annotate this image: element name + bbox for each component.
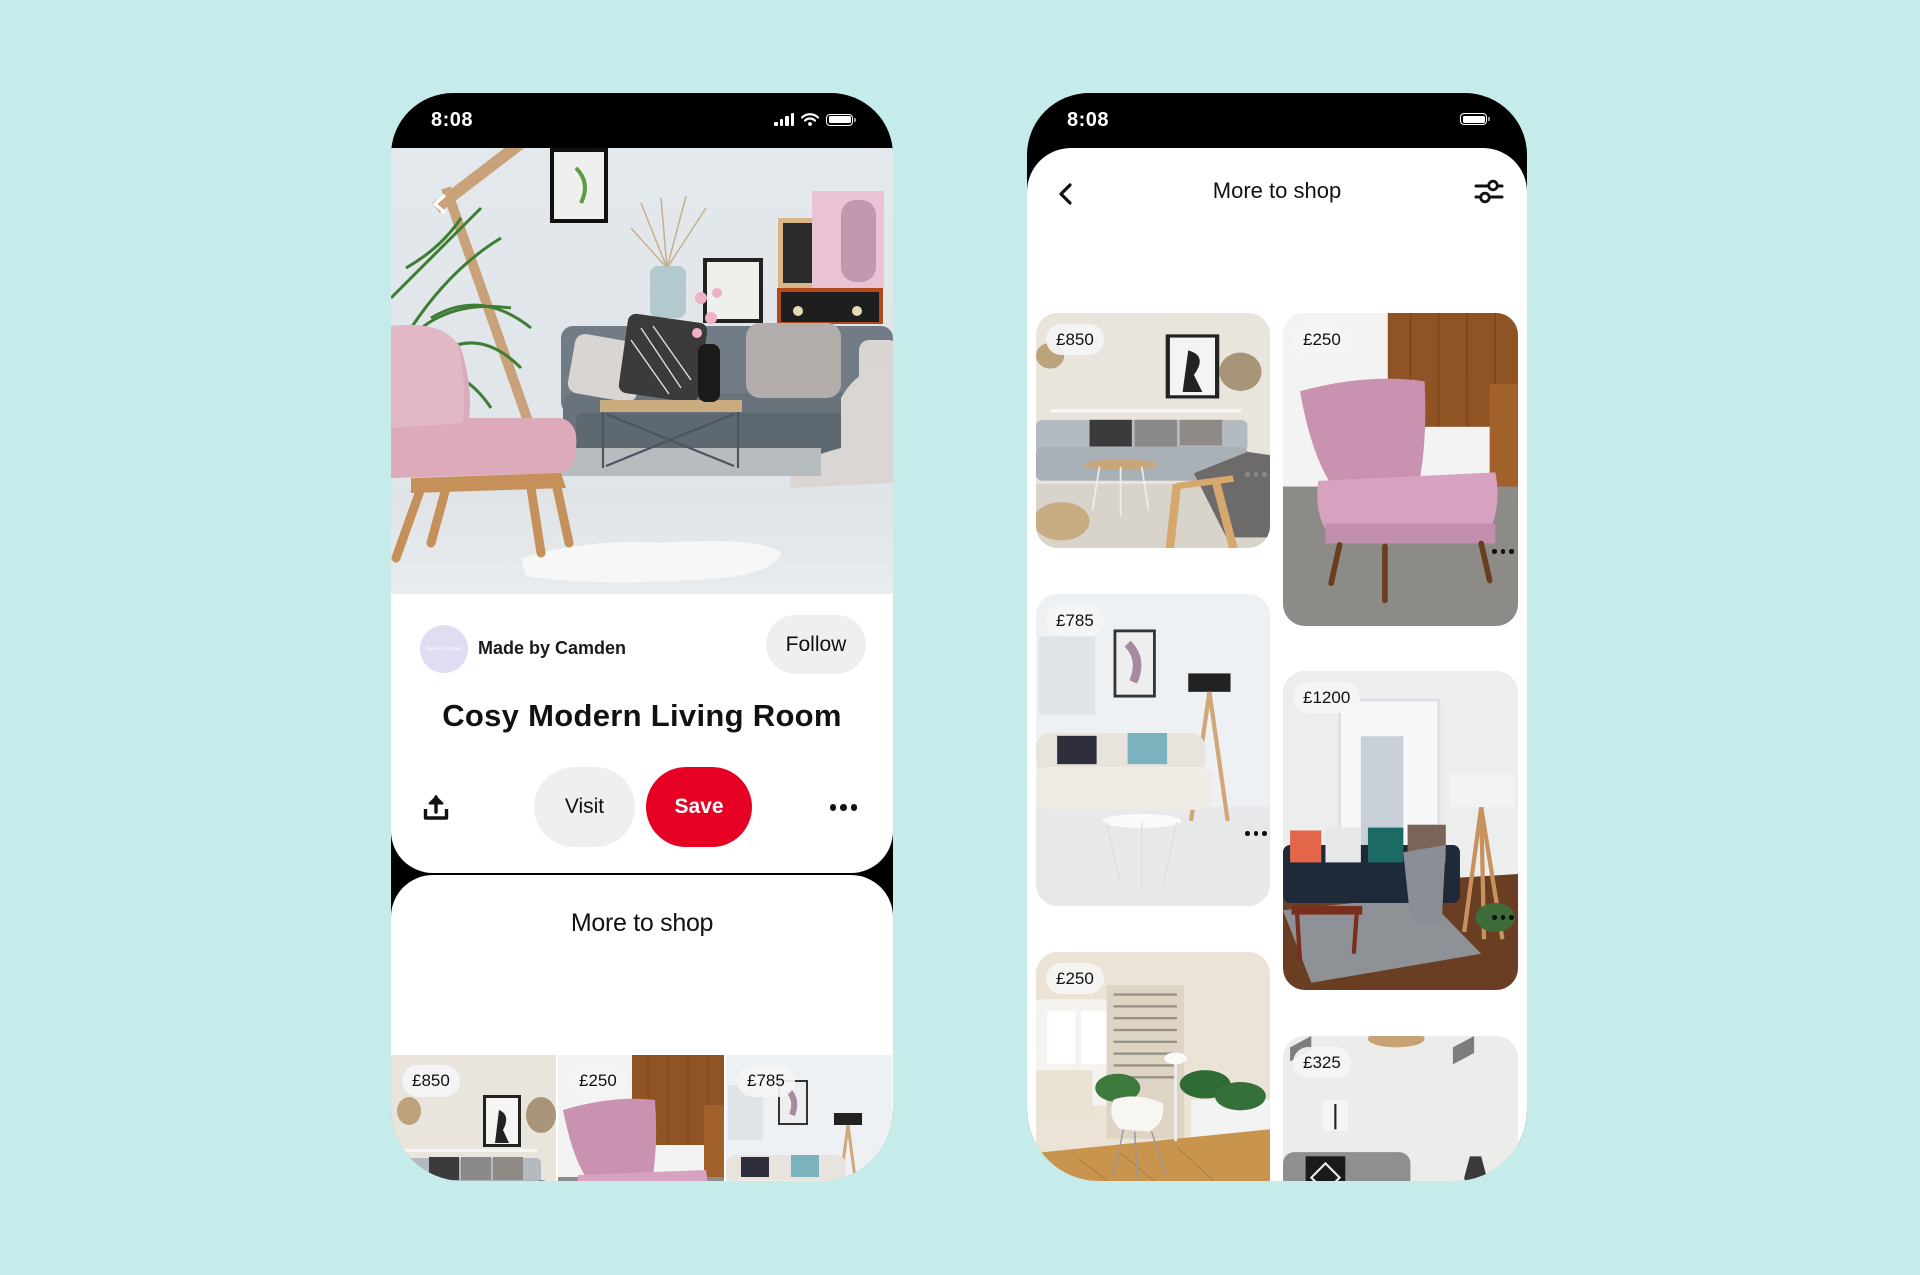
price-badge: £785 [737, 1065, 795, 1097]
shop-item-card[interactable]: £785 [726, 1055, 892, 1181]
price-badge: £250 [1046, 963, 1104, 994]
shop-grid-item[interactable]: £250 [1283, 313, 1518, 626]
creator-name[interactable]: Made by Camden [478, 638, 626, 659]
follow-button[interactable]: Follow [766, 615, 866, 674]
shop-grid-item[interactable]: £1200 [1283, 671, 1518, 990]
item-more-options-icon[interactable] [1245, 472, 1267, 477]
save-button[interactable]: Save [646, 767, 752, 847]
product-image [1283, 313, 1518, 626]
shop-grid-item[interactable]: £250 [1036, 952, 1270, 1181]
item-more-options-icon[interactable] [1492, 549, 1514, 554]
pin-title: Cosy Modern Living Room [442, 698, 842, 733]
battery-icon [826, 113, 856, 126]
shop-carousel[interactable]: £850 £250 £785 [391, 1055, 893, 1181]
share-icon[interactable] [421, 793, 451, 823]
item-more-options-icon[interactable] [1245, 831, 1267, 836]
status-bar: 8:08 [1027, 93, 1527, 148]
item-more-options-icon[interactable] [1492, 915, 1514, 920]
price-badge: £850 [402, 1065, 460, 1097]
pin-info-card: Made by Camden Made by Camden Follow Cos… [391, 594, 893, 873]
screen-title: More to shop [1212, 178, 1342, 203]
more-to-shop-section: More to shop £850 £250 £785 [391, 875, 893, 1181]
visit-button[interactable]: Visit [534, 767, 635, 847]
shop-item-card[interactable]: £850 [391, 1055, 556, 1181]
shop-grid-item[interactable]: £850 [1036, 313, 1270, 548]
cellular-signal-icon [774, 113, 794, 126]
hero-room-illustration [391, 148, 893, 594]
product-image [1036, 594, 1270, 906]
more-to-shop-title: More to shop [570, 909, 714, 937]
pin-detail-phone: 8:08 Made by Camden Made by Camden Follo… [391, 93, 893, 1181]
price-badge: £1200 [1293, 682, 1361, 713]
product-image [1283, 671, 1518, 990]
more-to-shop-phone: 8:08 More to shop £850 £250 £785 £1200 £… [1027, 93, 1527, 1181]
more-to-shop-screen: More to shop £850 £250 £785 £1200 £250 £… [1027, 148, 1527, 1181]
shop-item-card[interactable]: £250 [558, 1055, 724, 1181]
price-badge: £250 [569, 1065, 627, 1097]
back-chevron-icon[interactable] [429, 193, 451, 215]
price-badge: £850 [1046, 324, 1104, 355]
price-badge: £250 [1293, 324, 1351, 355]
shop-grid-item[interactable]: £785 [1036, 594, 1270, 906]
creator-avatar[interactable]: Made by Camden [420, 625, 468, 673]
status-bar: 8:08 [391, 93, 893, 148]
price-badge: £325 [1293, 1047, 1351, 1078]
status-time: 8:08 [1067, 109, 1110, 131]
wifi-icon [801, 113, 819, 126]
shop-grid-item[interactable]: £325 [1283, 1036, 1518, 1181]
more-options-icon[interactable] [829, 804, 857, 811]
status-time: 8:08 [431, 109, 474, 131]
pin-hero-image[interactable] [391, 148, 893, 594]
battery-icon [1460, 113, 1490, 125]
filter-sliders-icon[interactable] [1474, 177, 1504, 207]
price-badge: £785 [1046, 605, 1104, 636]
